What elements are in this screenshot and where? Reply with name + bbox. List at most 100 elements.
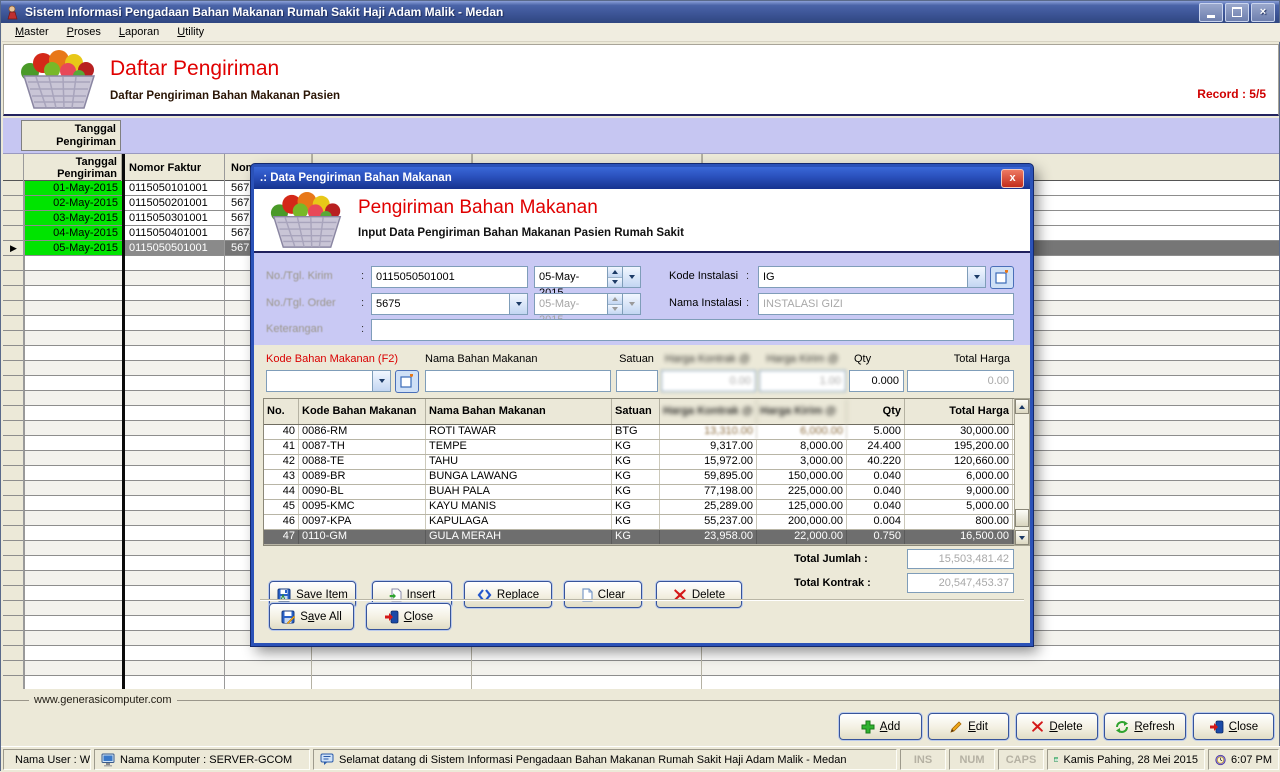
harga-kirim-label: Harga Kirim @ (759, 353, 846, 365)
nama-bahan-input[interactable] (425, 370, 611, 392)
record-counter: Record : 5/5 (1197, 87, 1266, 101)
status-welcome: Selamat datang di Sistem Informasi Penga… (313, 749, 897, 770)
page-title: Daftar Pengiriman (110, 57, 279, 81)
dialog-header-title: Pengiriman Bahan Makanan (358, 197, 598, 219)
items-grid-cell: BUAH PALA (426, 485, 612, 499)
date-spinner[interactable] (607, 267, 622, 287)
add-button[interactable]: Add (839, 713, 922, 740)
no-kirim-input[interactable] (371, 266, 528, 288)
refresh-button[interactable]: Refresh (1104, 713, 1186, 740)
message-bubble-icon (320, 753, 334, 766)
items-grid-row[interactable]: 410087-THTEMPEKG9,317.008,000.0024.40019… (264, 440, 1014, 455)
combo-arrow-icon[interactable] (372, 371, 390, 391)
kode-bahan-combo[interactable] (266, 370, 391, 392)
clear-button[interactable]: Clear (564, 581, 642, 608)
scrollbar-thumb[interactable] (1015, 509, 1029, 527)
cell-nomor-faktur[interactable]: 0115050401001 (125, 226, 225, 240)
menu-utility[interactable]: Utility (168, 24, 213, 40)
row-selector (3, 601, 25, 615)
satuan-label: Satuan (614, 353, 659, 365)
cell-nomor-faktur[interactable]: 0115050201001 (125, 196, 225, 210)
kode-instalasi-combo[interactable]: IG (758, 266, 986, 288)
restore-button[interactable] (1225, 3, 1249, 22)
menu-proses[interactable]: Proses (58, 24, 110, 40)
items-grid-cell: 13,310.00 (660, 425, 757, 439)
replace-button[interactable]: Replace (464, 581, 552, 608)
menu-master[interactable]: Master (6, 24, 58, 40)
col-satuan[interactable]: Satuan (612, 399, 660, 424)
cell-tanggal-pengiriman[interactable]: 02-May-2015 (25, 196, 122, 210)
new-instalasi-button[interactable] (990, 266, 1014, 289)
save-all-button[interactable]: Save All (269, 603, 354, 630)
row-selector (3, 571, 25, 585)
grid-scrollbar[interactable] (1014, 398, 1030, 546)
row-selector (3, 331, 25, 345)
satuan-input[interactable] (616, 370, 658, 392)
scroll-up-button[interactable] (1015, 399, 1029, 414)
cell-tanggal-pengiriman[interactable]: 05-May-2015 (25, 241, 122, 255)
col-total[interactable]: Total Harga (905, 399, 1013, 424)
row-selector (3, 406, 25, 420)
close-window-button[interactable]: Close (1193, 713, 1274, 740)
combo-arrow-icon[interactable] (509, 294, 527, 314)
bg-col-tanggal[interactable]: Tanggal Pengiriman (25, 154, 122, 181)
items-grid-row[interactable]: 470110-GMGULA MERAHKG23,958.0022,000.000… (264, 530, 1014, 545)
row-selector (3, 346, 25, 360)
items-grid-row[interactable]: 420088-TETAHUKG15,972.003,000.0040.22012… (264, 455, 1014, 470)
minimize-button[interactable] (1199, 3, 1223, 22)
bg-col-faktur[interactable]: Nomor Faktur (125, 154, 225, 181)
filter-band: Tanggal Pengiriman (3, 118, 1279, 154)
combo-arrow-icon[interactable] (967, 267, 985, 287)
new-bahan-button[interactable] (395, 370, 419, 393)
qty-input[interactable] (849, 370, 904, 392)
date-dropdown-arrow[interactable] (622, 267, 640, 287)
scroll-down-button[interactable] (1015, 530, 1029, 545)
nama-bahan-label: Nama Bahan Makanan (425, 353, 538, 365)
col-qty[interactable]: Qty (847, 399, 905, 424)
col-nama[interactable]: Nama Bahan Makanan (426, 399, 612, 424)
keterangan-input[interactable] (371, 319, 1014, 341)
cell-nomor-faktur[interactable]: 0115050301001 (125, 211, 225, 225)
no-order-combo[interactable]: 5675 (371, 293, 528, 315)
col-harga-kontrak[interactable]: Harga Kontrak @ (660, 399, 757, 424)
items-grid-row[interactable]: 400086-RMROTI TAWARBTG13,310.006,000.005… (264, 425, 1014, 440)
row-selector (3, 481, 25, 495)
items-grid-cell: KG (612, 485, 660, 499)
filter-button-tanggal[interactable]: Tanggal Pengiriman (21, 120, 121, 151)
new-item-icon (995, 270, 1010, 285)
items-grid-row[interactable]: 450095-KMCKAYU MANISKG25,289.00125,000.0… (264, 500, 1014, 515)
col-no[interactable]: No. (264, 399, 299, 424)
items-grid-cell: KAYU MANIS (426, 500, 612, 514)
items-grid-row[interactable]: 460097-KPAKAPULAGAKG55,237.00200,000.000… (264, 515, 1014, 530)
cell-nomor-faktur[interactable]: 0115050101001 (125, 181, 225, 195)
status-num: NUM (949, 749, 995, 770)
items-grid-cell: 24.400 (847, 440, 905, 454)
menu-laporan[interactable]: Laporan (110, 24, 168, 40)
items-grid-cell: 47 (264, 530, 299, 544)
dialog-header-subtitle: Input Data Pengiriman Bahan Makanan Pasi… (358, 227, 684, 239)
colon: : (746, 270, 749, 282)
col-kode[interactable]: Kode Bahan Makanan (299, 399, 426, 424)
items-grid-row[interactable]: 440090-BLBUAH PALAKG77,198.00225,000.000… (264, 485, 1014, 500)
items-grid-cell: KG (612, 440, 660, 454)
col-harga-kirim[interactable]: Harga Kirim @ (757, 399, 847, 424)
window-title: Sistem Informasi Pengadaan Bahan Makanan… (25, 5, 1199, 19)
close-button[interactable]: × (1251, 3, 1275, 22)
delete-button[interactable]: Delete (1016, 713, 1098, 740)
row-selector (3, 556, 25, 570)
dialog-close-button[interactable]: x (1001, 169, 1024, 188)
cell-nomor-faktur[interactable]: 0115050501001 (125, 241, 225, 255)
edit-button[interactable]: Edit (928, 713, 1009, 740)
cell-tanggal-pengiriman[interactable]: 03-May-2015 (25, 211, 122, 225)
cell-tanggal-pengiriman[interactable]: 04-May-2015 (25, 226, 122, 240)
status-time-text: 6:07 PM (1231, 754, 1272, 766)
dialog-close-footer-button[interactable]: Close (366, 603, 451, 630)
row-selector (3, 226, 25, 240)
date-spinner (607, 294, 622, 314)
status-ins: INS (900, 749, 946, 770)
cell-tanggal-pengiriman[interactable]: 01-May-2015 (25, 181, 122, 195)
items-grid-cell: GULA MERAH (426, 530, 612, 544)
delete-item-button[interactable]: Delete (656, 581, 742, 608)
tgl-kirim-datepicker[interactable]: 05-May-2015 (534, 266, 641, 288)
items-grid-row[interactable]: 430089-BRBUNGA LAWANGKG59,895.00150,000.… (264, 470, 1014, 485)
